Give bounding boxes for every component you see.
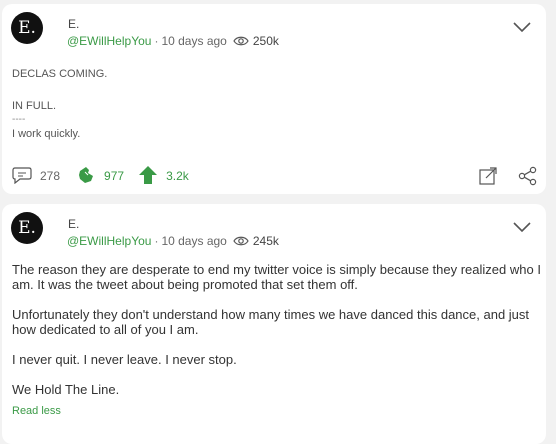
read-less-link[interactable]: Read less [12,404,542,419]
post-card: E. E. @EWillHelpYou · 10 days ago 245k T… [2,204,546,444]
text-line [12,82,107,98]
avatar[interactable]: E. [11,212,43,244]
post-secondary-actions [478,166,538,186]
avatar-letter: E. [18,218,36,238]
author-handle[interactable]: @EWillHelpYou [67,234,151,248]
post-time: 10 days ago [161,34,227,48]
author-name[interactable]: E. [68,217,79,231]
upvote-icon [138,165,158,188]
text-line: I work quickly. [12,128,81,140]
avatar-letter: E. [18,18,36,38]
eye-icon [233,235,249,247]
text-line: IN FULL. [12,100,57,112]
chevron-down-icon[interactable] [512,220,532,233]
post-meta: @EWillHelpYou · 10 days ago 245k [67,234,279,248]
text-paragraph: The reason they are desperate to end my … [12,262,541,292]
reaction-icon [76,165,96,188]
avatar[interactable]: E. [11,12,43,44]
post-text: DECLAS COMING. IN FULL. ---- I work quic… [12,66,107,142]
eye-icon [233,35,249,47]
reaction-button[interactable]: 977 [76,165,124,188]
comment-button[interactable]: 278 [12,166,60,187]
author-name[interactable]: E. [68,17,79,31]
text-paragraph: Unfortunately they don't understand how … [12,307,530,337]
view-count: 250k [252,34,279,48]
upvote-button[interactable]: 3.2k [138,165,189,188]
comment-icon [12,166,32,187]
post-time: 10 days ago [161,234,227,248]
meta-separator: · [154,234,159,248]
text-line: DECLAS COMING. [12,68,108,80]
meta-separator: · [154,34,159,48]
text-paragraph: I never quit. I never leave. I never sto… [12,352,237,367]
upvote-count: 3.2k [166,169,189,183]
view-count: 245k [252,234,279,248]
expand-icon[interactable] [478,166,498,186]
author-handle[interactable]: @EWillHelpYou [67,34,151,48]
comment-count: 278 [40,169,61,183]
post-actions: 278 977 3.2k [12,165,189,188]
text-line: ---- [12,114,26,125]
post-card: E. E. @EWillHelpYou · 10 days ago 250k D… [2,4,546,194]
share-icon[interactable] [518,166,538,186]
text-paragraph: We Hold The Line. [12,382,120,397]
reaction-count: 977 [104,169,125,183]
chevron-down-icon[interactable] [512,20,532,33]
post-text: The reason they are desperate to end my … [12,262,542,419]
post-meta: @EWillHelpYou · 10 days ago 250k [67,34,279,48]
